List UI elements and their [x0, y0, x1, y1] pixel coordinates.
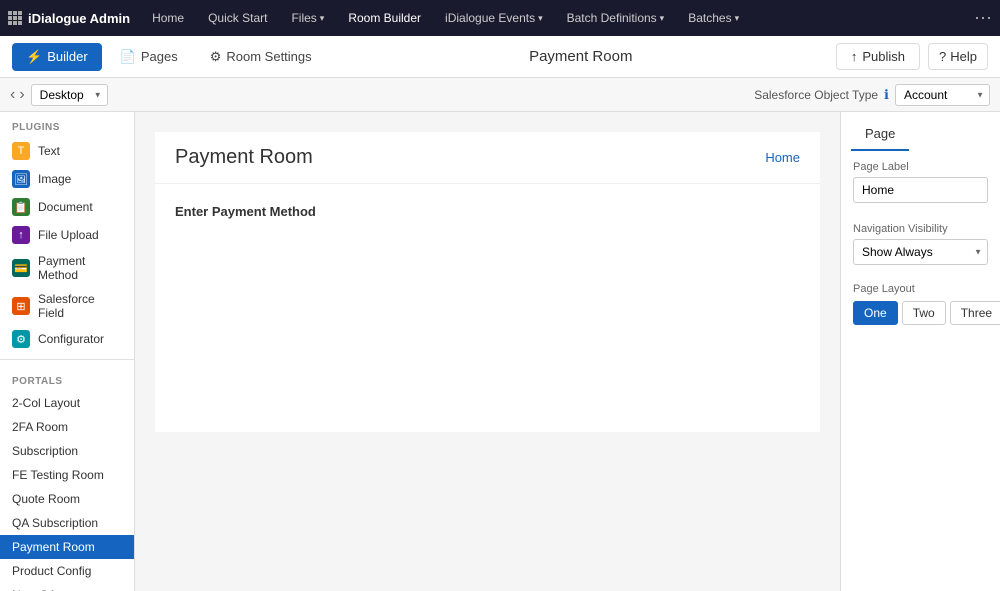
nav-item-files[interactable]: Files ▾	[281, 7, 334, 29]
room-settings-icon: ⚙	[210, 49, 222, 65]
batches-dropdown-caret: ▾	[735, 13, 740, 24]
pages-icon: 📄	[120, 49, 136, 65]
layout-three-button[interactable]: Three	[950, 301, 1000, 325]
desktop-select[interactable]: Desktop Mobile Tablet	[31, 84, 108, 106]
help-icon: ?	[939, 49, 946, 64]
nav-visibility-section: Navigation Visibility Show Always Hide C…	[841, 213, 1000, 275]
page-layout-label: Page Layout	[853, 283, 988, 295]
nav-item-batchdefs[interactable]: Batch Definitions ▾	[557, 7, 675, 29]
plugin-paymentmethod[interactable]: 💳 Payment Method	[0, 249, 134, 287]
portal-2fa[interactable]: 2FA Room	[0, 415, 134, 439]
nav-item-batches[interactable]: Batches ▾	[678, 7, 749, 29]
back-arrow[interactable]: ‹	[10, 86, 15, 104]
plugin-configurator[interactable]: ⚙ Configurator	[0, 325, 134, 353]
plugins-section-title: PLUGINS	[0, 112, 134, 137]
toolbar-right-actions: ↑ Publish ? Help	[836, 43, 988, 70]
plugin-salesforcefield-icon: ⊞	[12, 297, 30, 315]
page-tab[interactable]: Page	[851, 122, 909, 151]
canvas-room-title: Payment Room	[175, 146, 313, 169]
info-icon[interactable]: ℹ	[884, 87, 889, 103]
top-nav-bar: iDialogue Admin Home Quick Start Files ▾…	[0, 0, 1000, 36]
right-panel: Page Page Label Navigation Visibility Sh…	[840, 112, 1000, 591]
brand-logo[interactable]: iDialogue Admin	[8, 11, 130, 26]
files-dropdown-caret: ▾	[320, 13, 325, 24]
sf-object-type: Salesforce Object Type ℹ Account Contact…	[754, 84, 990, 106]
portal-quoteroom[interactable]: Quote Room	[0, 487, 134, 511]
plugin-document-icon: 📋	[12, 198, 30, 216]
events-dropdown-caret: ▾	[538, 13, 543, 24]
page-label-input[interactable]	[853, 177, 988, 203]
room-name-label: Payment Room	[330, 48, 832, 65]
layout-two-button[interactable]: Two	[902, 301, 946, 325]
portal-fetesting[interactable]: FE Testing Room	[0, 463, 134, 487]
plugin-paymentmethod-icon: 💳	[12, 259, 30, 277]
portal-2col[interactable]: 2-Col Layout	[0, 391, 134, 415]
center-content: Payment Room Home Enter Payment Method	[135, 112, 840, 591]
plugin-image[interactable]: 🖼 Image	[0, 165, 134, 193]
page-canvas-body: Enter Payment Method	[155, 184, 820, 239]
plugin-fileupload-icon: ↑	[12, 226, 30, 244]
portals-section-title: PORTALS	[0, 366, 134, 391]
portal-newqasubscription[interactable]: New QA Subscription	[0, 583, 134, 591]
layout-buttons: One Two Three	[853, 301, 988, 325]
room-settings-tab[interactable]: ⚙ Room Settings	[196, 43, 326, 71]
plugin-document[interactable]: 📋 Document	[0, 193, 134, 221]
page-canvas: Payment Room Home Enter Payment Method	[155, 132, 820, 432]
nav-visibility-label: Navigation Visibility	[853, 223, 988, 235]
main-layout: PLUGINS T Text 🖼 Image 📋 Document ↑ File…	[0, 112, 1000, 591]
plugin-text-icon: T	[12, 142, 30, 160]
pages-tab[interactable]: 📄 Pages	[106, 43, 192, 71]
publish-icon: ↑	[851, 49, 858, 64]
grid-icon	[8, 11, 22, 25]
nav-visibility-select[interactable]: Show Always Hide Conditional	[853, 239, 988, 265]
top-nav-right-icon[interactable]: ⋯	[974, 8, 992, 29]
builder-icon: ⚡	[26, 49, 42, 65]
page-label-section: Page Label	[841, 151, 1000, 213]
view-bar: ‹ › Desktop Mobile Tablet Salesforce Obj…	[0, 78, 1000, 112]
page-label-label: Page Label	[853, 161, 988, 173]
sf-object-select-wrapper: Account Contact Opportunity	[895, 84, 990, 106]
canvas-home-link[interactable]: Home	[765, 150, 800, 165]
left-sidebar: PLUGINS T Text 🖼 Image 📋 Document ↑ File…	[0, 112, 135, 591]
sidebar-divider	[0, 359, 134, 360]
page-layout-section: Page Layout One Two Three	[841, 275, 1000, 333]
forward-arrow[interactable]: ›	[19, 86, 24, 104]
brand-name: iDialogue Admin	[28, 11, 130, 26]
second-toolbar: ⚡ Builder 📄 Pages ⚙ Room Settings Paymen…	[0, 36, 1000, 78]
publish-button[interactable]: ↑ Publish	[836, 43, 920, 70]
help-button[interactable]: ? Help	[928, 43, 988, 70]
plugin-fileupload[interactable]: ↑ File Upload	[0, 221, 134, 249]
nav-item-roombuilder[interactable]: Room Builder	[338, 7, 431, 29]
portal-qasubscription[interactable]: QA Subscription	[0, 511, 134, 535]
builder-tab[interactable]: ⚡ Builder	[12, 43, 102, 71]
nav-visibility-select-wrapper: Show Always Hide Conditional	[853, 239, 988, 265]
portal-paymentroom[interactable]: Payment Room	[0, 535, 134, 559]
batchdefs-dropdown-caret: ▾	[660, 13, 665, 24]
nav-item-quickstart[interactable]: Quick Start	[198, 7, 277, 29]
desktop-select-wrapper: Desktop Mobile Tablet	[31, 84, 108, 106]
portal-productconfig[interactable]: Product Config	[0, 559, 134, 583]
nav-item-home[interactable]: Home	[142, 7, 194, 29]
sf-object-select[interactable]: Account Contact Opportunity	[895, 84, 990, 106]
plugin-configurator-icon: ⚙	[12, 330, 30, 348]
page-canvas-header: Payment Room Home	[155, 132, 820, 184]
plugin-image-icon: 🖼	[12, 170, 30, 188]
plugin-salesforcefield[interactable]: ⊞ Salesforce Field	[0, 287, 134, 325]
enter-payment-method-label: Enter Payment Method	[175, 204, 800, 219]
plugin-text[interactable]: T Text	[0, 137, 134, 165]
nav-arrows: ‹ ›	[10, 86, 25, 104]
layout-one-button[interactable]: One	[853, 301, 898, 325]
nav-item-events[interactable]: iDialogue Events ▾	[435, 7, 553, 29]
portal-subscription[interactable]: Subscription	[0, 439, 134, 463]
